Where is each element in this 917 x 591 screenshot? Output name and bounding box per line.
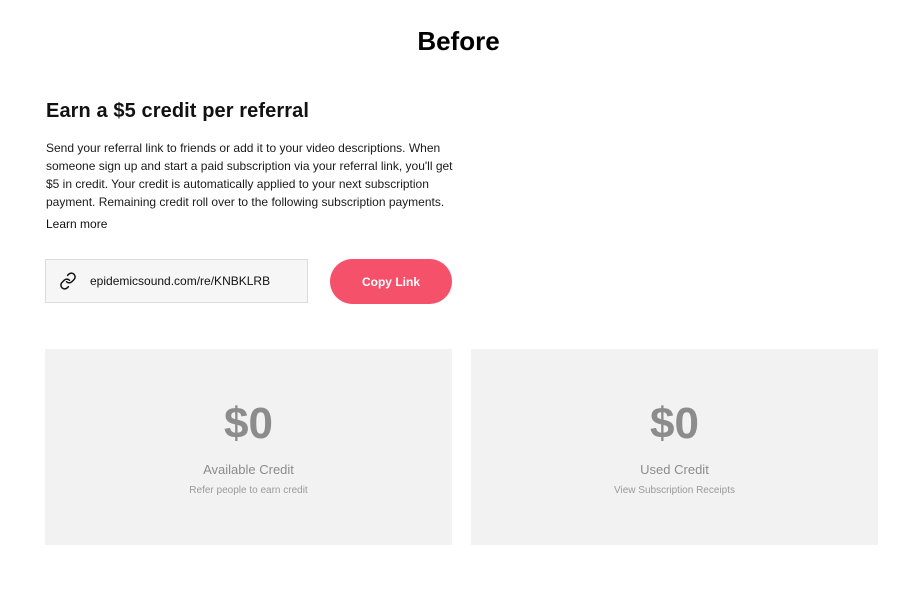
available-credit-label: Available Credit — [203, 462, 294, 477]
used-credit-card: $0 Used Credit View Subscription Receipt… — [471, 349, 878, 545]
learn-more-link[interactable]: Learn more — [46, 217, 107, 231]
link-icon — [58, 271, 78, 291]
referral-link-field[interactable]: epidemicsound.com/re/KNBKLRB — [45, 259, 308, 303]
available-credit-amount: $0 — [224, 399, 273, 448]
referral-link-text[interactable]: epidemicsound.com/re/KNBKLRB — [90, 274, 270, 288]
referral-title: Earn a $5 credit per referral — [46, 100, 310, 122]
referral-description: Send your referral link to friends or ad… — [46, 141, 453, 209]
used-credit-label: Used Credit — [640, 462, 709, 477]
available-credit-card: $0 Available Credit Refer people to earn… — [45, 349, 452, 545]
view-subscription-receipts-link[interactable]: View Subscription Receipts — [471, 485, 878, 496]
copy-link-button[interactable]: Copy Link — [330, 259, 452, 304]
used-credit-amount: $0 — [650, 399, 699, 448]
page-heading: Before — [417, 26, 500, 56]
available-credit-sublabel: Refer people to earn credit — [189, 485, 308, 496]
